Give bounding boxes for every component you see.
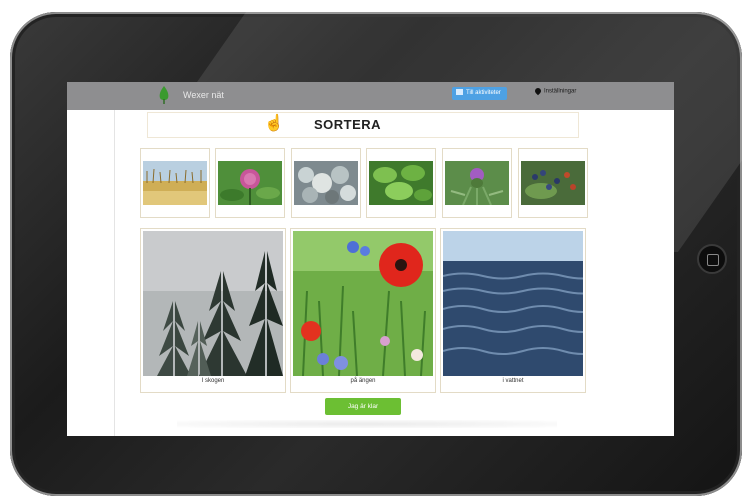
forest-image	[143, 231, 283, 376]
leaves-image	[369, 161, 433, 205]
top-bar: Wexer nät Till aktiviteter Inställningar	[67, 82, 674, 110]
category-water[interactable]: i vattnet	[440, 228, 586, 393]
activities-button-label: Till aktiviteter	[466, 90, 501, 96]
category-meadow[interactable]: på ängen	[290, 228, 436, 393]
app-screen: Wexer nät Till aktiviteter Inställningar…	[67, 82, 674, 436]
category-label: på ängen	[350, 378, 376, 384]
category-label: i vattnet	[502, 378, 524, 384]
location-pin-icon	[533, 86, 543, 96]
meadow-image	[293, 231, 433, 376]
thumb-reeds[interactable]	[140, 148, 210, 218]
category-label: I skogen	[201, 378, 225, 384]
water-image	[443, 231, 583, 376]
title-bar: ☝ SORTERA	[147, 112, 579, 138]
berries-image	[521, 161, 585, 205]
footer-shadow	[177, 420, 557, 428]
home-button[interactable]	[697, 244, 727, 274]
thumb-thistle[interactable]	[442, 148, 512, 218]
thumb-lichen[interactable]	[291, 148, 361, 218]
content-divider	[114, 110, 115, 436]
thumb-berries[interactable]	[518, 148, 588, 218]
settings-link[interactable]: Inställningar	[533, 86, 577, 96]
category-forest[interactable]: I skogen	[140, 228, 286, 393]
thistle-image	[445, 161, 509, 205]
activities-button[interactable]: Till aktiviteter	[452, 87, 507, 100]
thumb-clover[interactable]	[215, 148, 285, 218]
reeds-image	[143, 161, 207, 205]
done-button[interactable]: Jag är klar	[325, 398, 401, 415]
settings-link-label: Inställningar	[544, 88, 577, 95]
site-name[interactable]: Wexer nät	[183, 90, 224, 100]
page-title: SORTERA	[314, 117, 382, 132]
tree-logo-icon	[159, 86, 169, 104]
clover-image	[218, 161, 282, 205]
pointing-hand-icon: ☝	[264, 115, 284, 132]
thumb-leaves[interactable]	[366, 148, 436, 218]
lichen-image	[294, 161, 358, 205]
grid-icon	[456, 89, 463, 96]
